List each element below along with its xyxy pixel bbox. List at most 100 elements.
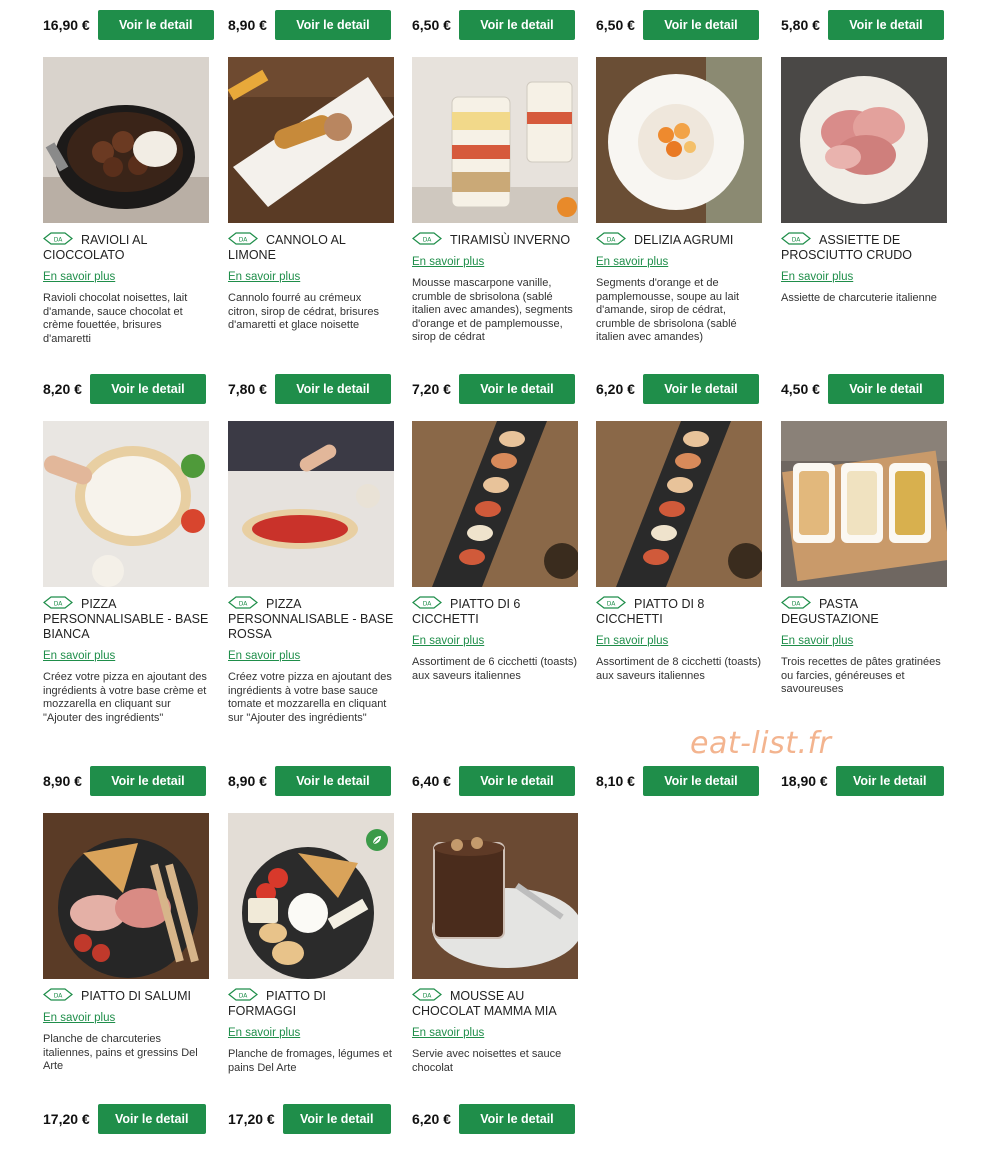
product-title: DA PIATTO DI FORMAGGI [228, 988, 394, 1019]
more-info-link[interactable]: En savoir plus [781, 271, 947, 283]
more-info-link[interactable]: En savoir plus [781, 635, 947, 647]
brand-logo-icon: DA [228, 988, 258, 1001]
price-cell: 4,50 € Voir le detail [781, 373, 944, 405]
product-image[interactable] [596, 57, 762, 223]
product-name: PIATTO DI SALUMI [81, 989, 191, 1003]
product-image[interactable] [412, 421, 578, 587]
product-image[interactable] [596, 421, 762, 587]
product-description: Créez votre pizza en ajoutant des ingréd… [43, 671, 207, 724]
price-cell: 7,80 € Voir le detail [228, 373, 391, 405]
product-image[interactable] [43, 421, 209, 587]
price-cell: 8,90 € Voir le detail [43, 765, 206, 797]
price: 8,10 € [596, 773, 635, 789]
product-title: DA DELIZIA AGRUMI [596, 232, 762, 248]
product-description: Trois recettes de pâtes gratinées ou far… [781, 656, 941, 695]
pasta-trio-picture [781, 421, 947, 587]
more-info-link[interactable]: En savoir plus [412, 635, 578, 647]
detail-button[interactable]: Voir le detail [458, 1104, 575, 1134]
detail-button[interactable]: Voir le detail [89, 766, 206, 796]
brand-logo-icon: DA [43, 596, 73, 609]
more-info-link[interactable]: En savoir plus [43, 650, 209, 662]
detail-button[interactable]: Voir le detail [642, 766, 759, 796]
price-row: 17,20 € Voir le detail 17,20 € Voir le d… [0, 1103, 989, 1135]
product-image[interactable] [228, 57, 394, 223]
price: 6,40 € [412, 773, 451, 789]
product-image[interactable] [43, 813, 209, 979]
chocolate-mousse-glass-picture [412, 813, 578, 979]
product-image[interactable] [43, 57, 209, 223]
detail-button[interactable]: Voir le detail [274, 374, 391, 404]
detail-button[interactable]: Voir le detail [835, 766, 944, 796]
more-info-link[interactable]: En savoir plus [596, 256, 762, 268]
red-pizza-base-picture [228, 421, 394, 587]
product-card: DA PIZZA PERSONNALISABLE - BASE ROSSA En… [228, 421, 394, 725]
price-cell: 7,20 € Voir le detail [412, 373, 575, 405]
detail-button[interactable]: Voir le detail [458, 766, 575, 796]
brand-logo-text: DA [607, 237, 617, 244]
more-info-link[interactable]: En savoir plus [412, 256, 578, 268]
product-image[interactable] [228, 421, 394, 587]
cannolo-plate-picture [228, 57, 394, 223]
detail-button[interactable]: Voir le detail [274, 766, 391, 796]
price: 7,80 € [228, 381, 267, 397]
tiramisu-glass-picture [412, 57, 578, 223]
price: 7,20 € [412, 381, 451, 397]
brand-logo-icon: DA [596, 596, 626, 609]
detail-button[interactable]: Voir le detail [97, 10, 214, 40]
product-image[interactable] [781, 57, 947, 223]
product-title: DA RAVIOLI AL CIOCCOLATO [43, 232, 209, 263]
prosciutto-plate-picture [781, 57, 947, 223]
product-image[interactable] [412, 813, 578, 979]
detail-button[interactable]: Voir le detail [642, 374, 759, 404]
detail-button[interactable]: Voir le detail [274, 10, 391, 40]
brand-logo-text: DA [54, 993, 64, 1000]
more-info-link[interactable]: En savoir plus [596, 635, 762, 647]
brand-logo-icon: DA [781, 232, 811, 245]
product-description: Assiette de charcuterie italienne [781, 292, 937, 304]
price: 17,20 € [43, 1111, 90, 1127]
more-info-link[interactable]: En savoir plus [43, 271, 209, 283]
price-cell: 16,90 € Voir le detail [43, 9, 214, 41]
leaf-icon [366, 829, 388, 851]
detail-button[interactable]: Voir le detail [282, 1104, 391, 1134]
price: 4,50 € [781, 381, 820, 397]
product-name: DELIZIA AGRUMI [634, 233, 734, 247]
price-cell: 8,10 € Voir le detail [596, 765, 759, 797]
product-title: DA PIZZA PERSONNALISABLE - BASE BIANCA [43, 596, 209, 642]
product-title: DA PASTA DEGUSTAZIONE [781, 596, 947, 627]
price: 17,20 € [228, 1111, 275, 1127]
price-cell: 18,90 € Voir le detail [781, 765, 944, 797]
detail-button[interactable]: Voir le detail [97, 1104, 206, 1134]
product-image[interactable] [228, 813, 394, 979]
product-image[interactable] [781, 421, 947, 587]
price: 6,50 € [596, 17, 635, 33]
brand-logo-icon: DA [412, 988, 442, 1001]
product-card: DA PIATTO DI 8 CICCHETTI En savoir plus … [596, 421, 762, 683]
more-info-link[interactable]: En savoir plus [228, 271, 394, 283]
white-pizza-base-picture [43, 421, 209, 587]
detail-button[interactable]: Voir le detail [642, 10, 759, 40]
product-image[interactable] [412, 57, 578, 223]
price: 8,20 € [43, 381, 82, 397]
brand-logo-text: DA [423, 237, 433, 244]
detail-button[interactable]: Voir le detail [458, 374, 575, 404]
detail-button[interactable]: Voir le detail [89, 374, 206, 404]
more-info-link[interactable]: En savoir plus [228, 650, 394, 662]
brand-logo-icon: DA [412, 232, 442, 245]
product-title: DA ASSIETTE DE PROSCIUTTO CRUDO [781, 232, 947, 263]
more-info-link[interactable]: En savoir plus [228, 1027, 394, 1039]
more-info-link[interactable]: En savoir plus [43, 1012, 209, 1024]
product-title: DA PIATTO DI 8 CICCHETTI [596, 596, 762, 627]
brand-logo-text: DA [423, 601, 433, 608]
detail-button[interactable]: Voir le detail [827, 10, 944, 40]
detail-button[interactable]: Voir le detail [827, 374, 944, 404]
detail-button[interactable]: Voir le detail [458, 10, 575, 40]
more-info-link[interactable]: En savoir plus [412, 1027, 578, 1039]
product-description: Planche de charcuteries italiennes, pain… [43, 1033, 198, 1072]
brand-logo-icon: DA [781, 596, 811, 609]
product-title: DA MOUSSE AU CHOCOLAT MAMMA MIA [412, 988, 578, 1019]
product-name: TIRAMISÙ INVERNO [450, 233, 571, 247]
product-card: DA PIATTO DI 6 CICCHETTI En savoir plus … [412, 421, 578, 683]
price: 8,90 € [228, 773, 267, 789]
product-card: DA DELIZIA AGRUMI En savoir plus Segment… [596, 57, 762, 345]
